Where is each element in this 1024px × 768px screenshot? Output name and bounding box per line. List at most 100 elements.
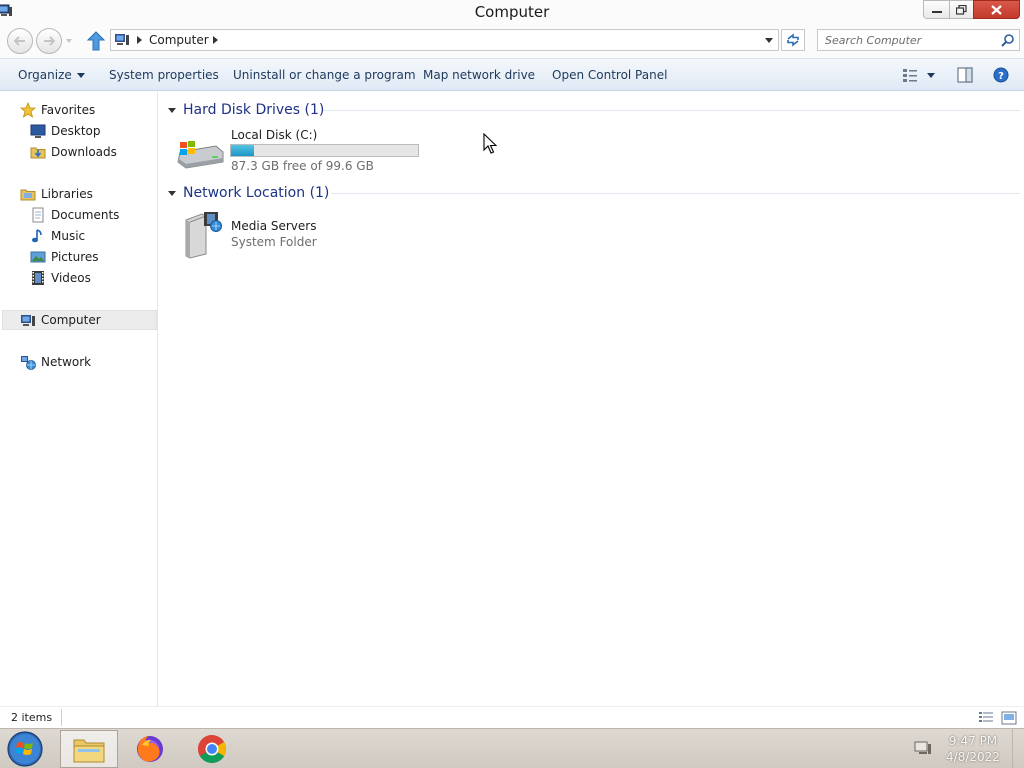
sidebar-item-label: Music [51,229,86,243]
group-header-hard-disk-drives[interactable]: Hard Disk Drives (1) [159,100,1022,120]
group-divider [324,110,1020,111]
command-bar: Organize System properties Uninstall or … [0,58,1024,91]
start-button-windows-logo-icon[interactable] [5,730,45,768]
group-divider [331,193,1020,194]
sidebar-item-label: Downloads [51,145,117,159]
sidebar-item-libraries[interactable]: Libraries [20,184,93,204]
back-arrow-icon [14,36,25,46]
taskbar-firefox[interactable] [121,730,179,768]
sidebar-item-label: Documents [51,208,120,222]
sidebar-item-label: Libraries [41,187,93,201]
collapse-arrow-icon[interactable] [168,190,176,196]
show-desktop-button[interactable] [1012,729,1024,768]
taskbar-file-explorer[interactable] [60,730,118,768]
details-view-icon[interactable] [978,711,994,725]
sidebar-item-downloads[interactable]: Downloads [30,142,117,162]
title-bar: Computer [0,0,1024,26]
sidebar-item-music[interactable]: Music [30,226,85,246]
group-header-network-location[interactable]: Network Location (1) [159,183,1022,203]
close-button[interactable] [973,0,1020,19]
pictures-icon [30,251,46,263]
address-dropdown-icon[interactable] [765,38,773,43]
large-icons-view-icon[interactable] [1001,711,1017,725]
clock-date: 4/8/2022 [946,750,1000,764]
computer-icon [21,315,35,326]
file-explorer-icon [73,739,105,763]
uninstall-program-button[interactable]: Uninstall or change a program [233,68,416,82]
window-title: Computer [474,3,550,21]
drive-free-space: 87.3 GB free of 99.6 GB [231,159,374,173]
chevron-down-icon [76,73,85,78]
sidebar-item-label: Videos [51,271,91,285]
sidebar-item-favorites[interactable]: Favorites [20,100,95,120]
item-count: 2 items [11,711,53,724]
sidebar-item-label: Favorites [41,103,96,117]
group-title: Network Location (1) [183,185,330,201]
desktop-icon [30,124,46,138]
refresh-icon [787,33,799,47]
videos-icon [32,271,44,285]
restore-button[interactable] [949,0,974,19]
organize-label: Organize [18,68,72,82]
media-server-icon [185,212,222,259]
back-button[interactable] [7,28,33,54]
map-network-drive-button[interactable]: Map network drive [423,68,535,82]
restore-icon [956,4,967,15]
search-input[interactable] [825,32,995,48]
sidebar-item-label: Computer [41,313,101,327]
minimize-icon [931,10,942,13]
svg-text:?: ? [998,71,1004,82]
organize-menu[interactable]: Organize [18,68,85,82]
sidebar-item-computer[interactable]: Computer [2,310,157,330]
sidebar-item-network[interactable]: Network [20,352,91,372]
documents-icon [32,207,44,223]
help-icon[interactable]: ? [993,67,1009,83]
address-bar[interactable]: Computer [110,29,779,51]
recent-locations-dropdown-icon[interactable] [64,36,74,46]
mouse-cursor-icon [483,133,497,154]
libraries-icon [20,189,36,201]
chrome-icon [198,735,226,763]
preview-pane-icon[interactable] [957,67,973,83]
sidebar-item-desktop[interactable]: Desktop [30,121,101,141]
drive-name: Local Disk (C:) [231,128,318,142]
taskbar: 9:47 PM 4/8/2022 [0,728,1024,768]
computer-icon [115,34,129,45]
taskbar-chrome[interactable] [183,730,241,768]
search-box[interactable] [817,29,1020,51]
sidebar-item-label: Pictures [51,250,99,264]
network-icon [21,356,36,370]
breadcrumb-computer[interactable]: Computer [149,33,209,47]
status-bar: 2 items [0,706,1024,728]
clock-time: 9:47 PM [948,734,998,748]
change-view-icon[interactable] [902,67,936,83]
sidebar-item-documents[interactable]: Documents [30,205,119,225]
sidebar-item-label: Desktop [51,124,101,138]
forward-button[interactable] [36,28,62,54]
sidebar-item-videos[interactable]: Videos [30,268,91,288]
collapse-arrow-icon[interactable] [168,107,176,113]
status-divider [61,709,62,726]
capacity-bar [230,144,419,157]
search-icon[interactable] [1001,33,1015,47]
refresh-button[interactable] [781,29,805,51]
breadcrumb-chevron-icon[interactable] [213,36,218,44]
breadcrumb-chevron-icon[interactable] [137,36,142,44]
open-control-panel-button[interactable]: Open Control Panel [552,68,667,82]
action-center-flag-icon[interactable] [913,740,933,756]
star-icon [20,102,36,118]
music-icon [32,229,42,243]
network-location-name: Media Servers [231,219,317,233]
system-properties-button[interactable]: System properties [109,68,219,82]
sidebar-item-pictures[interactable]: Pictures [30,247,99,267]
navigation-pane: Favorites Desktop Downloads Libraries Do… [0,92,158,706]
close-icon [991,4,1002,15]
minimize-button[interactable] [923,0,950,19]
capacity-bar-fill [231,145,254,156]
navigation-row: Computer [0,26,1024,58]
group-title: Hard Disk Drives (1) [183,102,325,118]
system-clock[interactable]: 9:47 PM 4/8/2022 [940,733,1006,765]
hard-drive-icon [177,141,224,169]
downloads-folder-icon [30,147,46,159]
up-arrow-icon[interactable] [87,31,105,51]
